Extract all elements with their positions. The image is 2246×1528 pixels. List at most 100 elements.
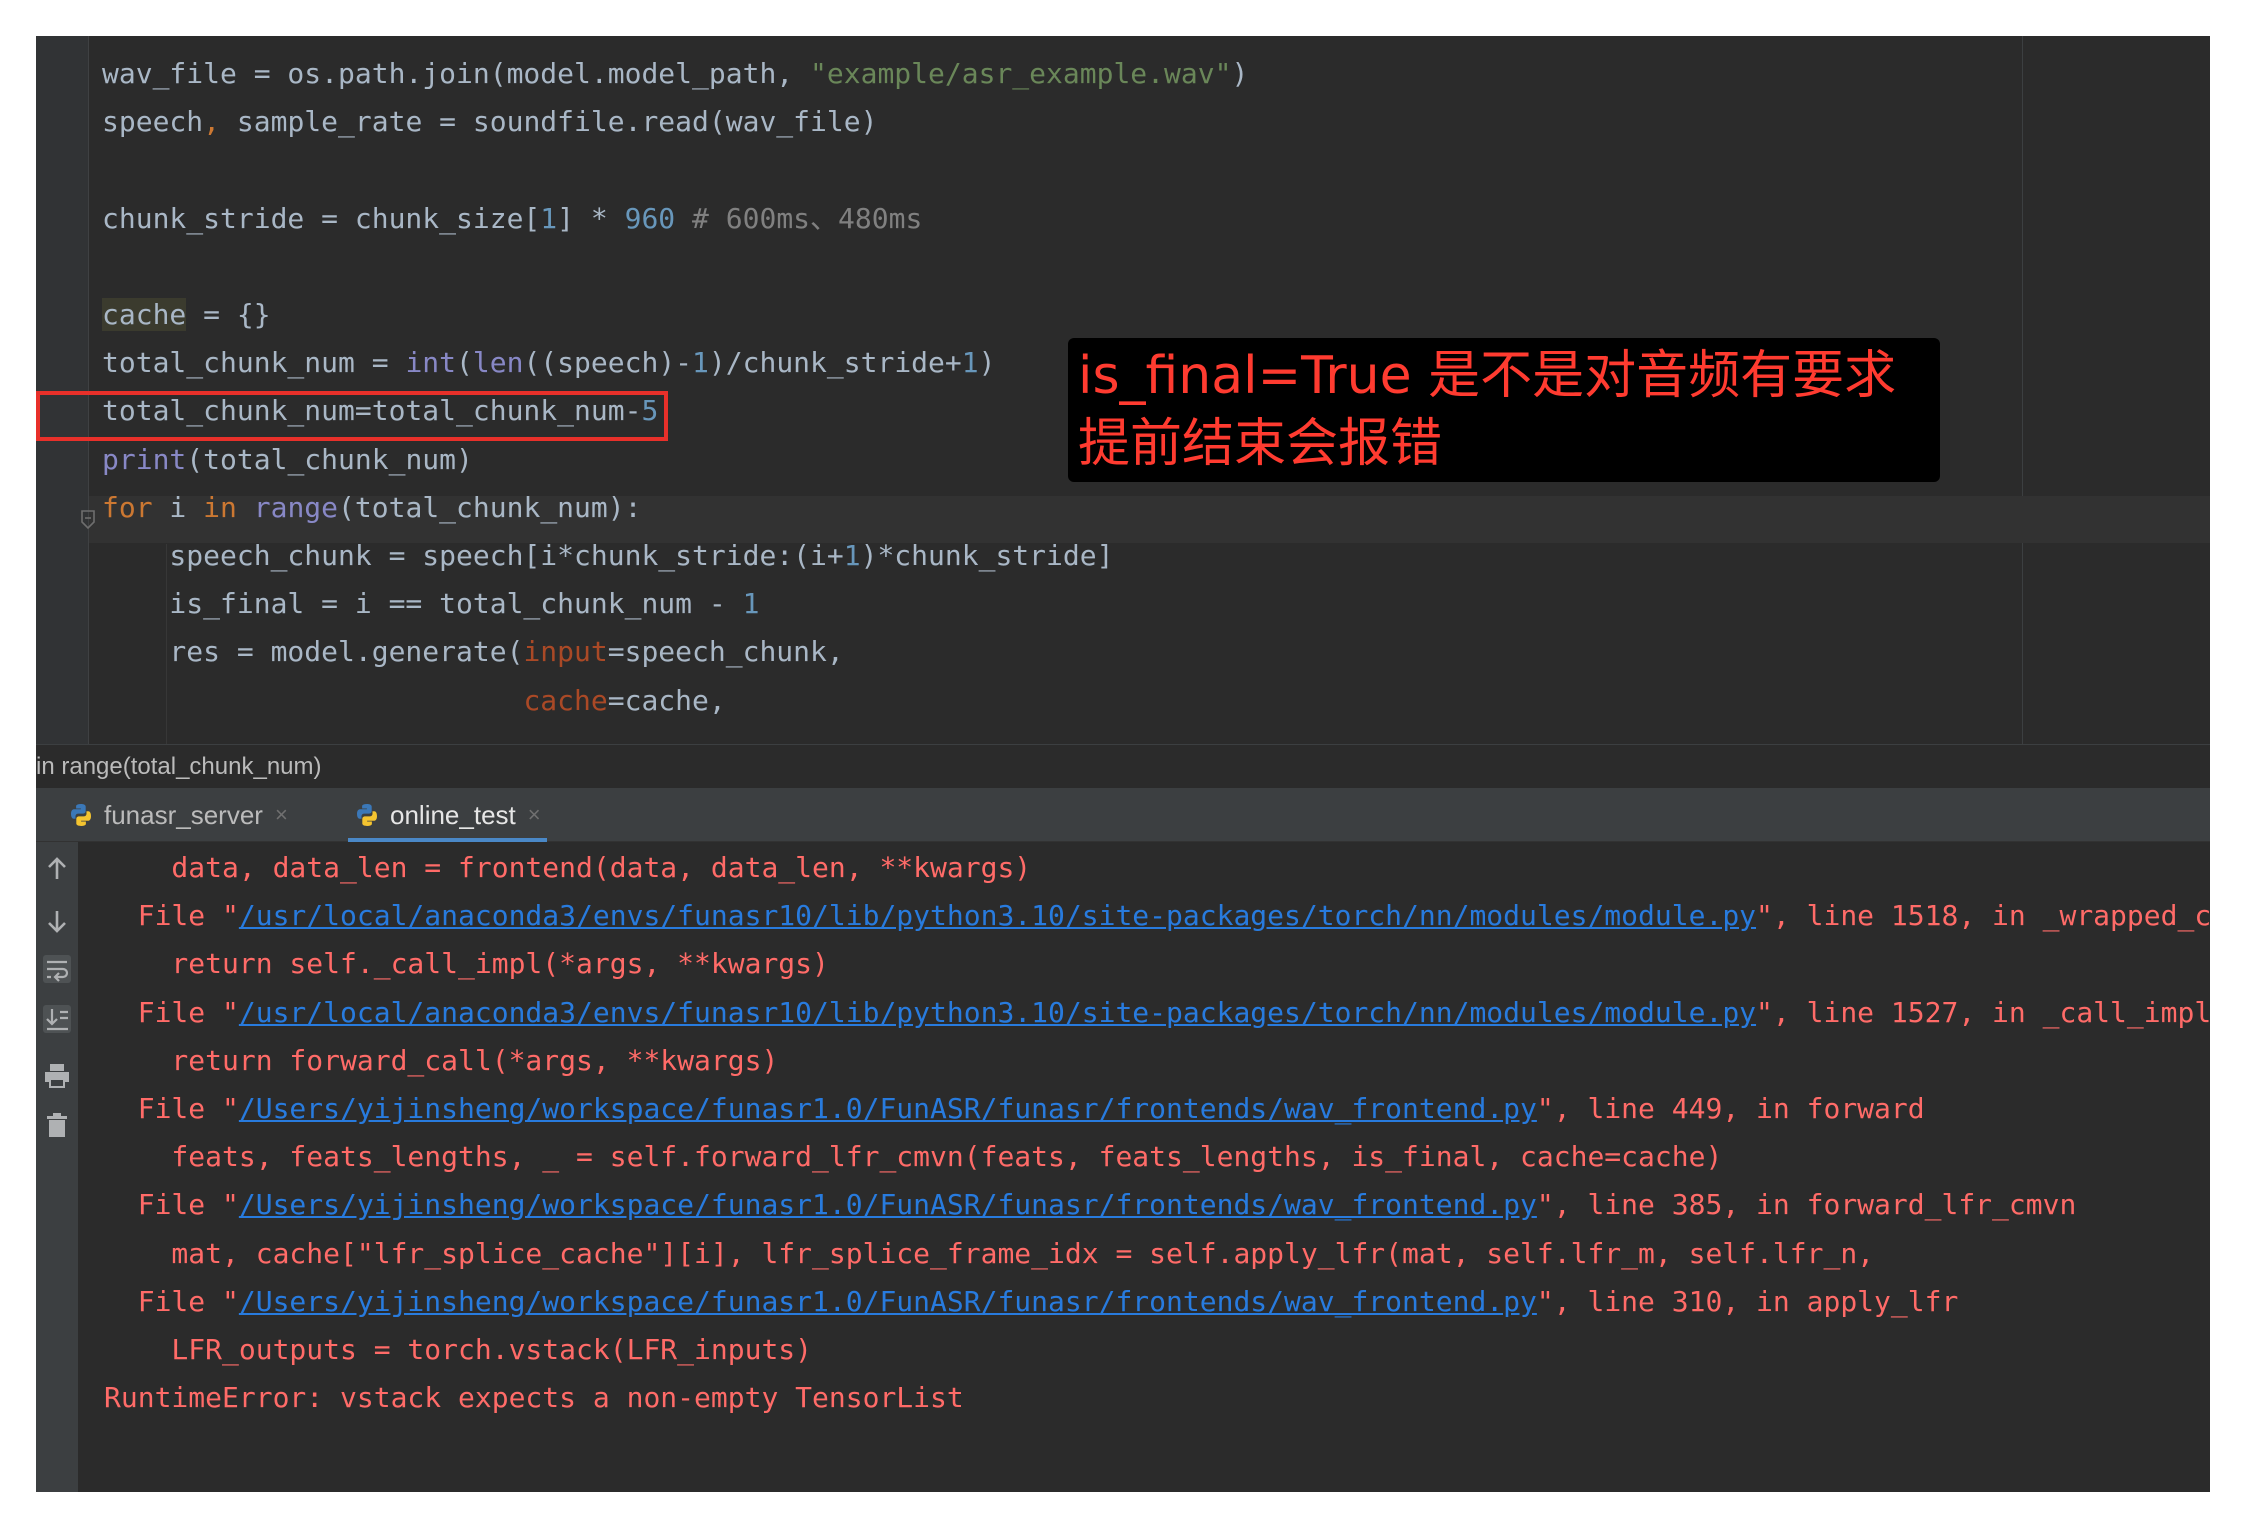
console-text: feats, feats_lengths, _ = self.forward_l…: [104, 1140, 1723, 1174]
code-token: 1: [540, 201, 558, 235]
code-token: res = model.generate(: [102, 635, 524, 669]
code-line[interactable]: wav_file = os.path.join(model.model_path…: [102, 50, 1248, 98]
code-token: sample_rate = soundfile.read(wav_file): [220, 105, 878, 139]
close-icon[interactable]: ×: [275, 802, 288, 828]
annotation-line-1: is_final=True 是不是对音频有要求: [1078, 346, 1897, 406]
code-token: int: [405, 346, 457, 380]
tab-label: funasr_server: [104, 799, 263, 830]
annotation-highlight-box: [36, 391, 668, 441]
code-token: speech: [102, 105, 204, 139]
code-token: wav_file = os.path.join(model.model_path…: [102, 57, 811, 90]
close-icon[interactable]: ×: [528, 802, 541, 828]
breadcrumb[interactable]: in range(total_chunk_num): [36, 744, 2210, 788]
console-text: File ": [104, 899, 239, 933]
console-text: ", line 1518, in _wrapped_call_impl: [1756, 899, 2210, 933]
code-token: ((speech)-: [523, 346, 693, 380]
code-token: (total_chunk_num):: [338, 490, 642, 524]
code-token: cache: [102, 298, 187, 331]
code-token: ] *: [557, 201, 625, 235]
console-line: feats, feats_lengths, _ = self.forward_l…: [104, 1133, 1722, 1181]
file-path-link[interactable]: /usr/local/anaconda3/envs/funasr10/lib/p…: [239, 996, 1756, 1029]
console-line: LFR_outputs = torch.vstack(LFR_inputs): [104, 1326, 812, 1374]
code-token: "example/asr_example.wav": [810, 57, 1232, 90]
console-text: RuntimeError: vstack expects a non-empty…: [104, 1381, 964, 1415]
code-token: ): [978, 346, 996, 380]
code-token: input: [523, 635, 608, 669]
console-line: return forward_call(*args, **kwargs): [104, 1037, 778, 1085]
tab-online-test[interactable]: online_test ×: [348, 788, 547, 842]
run-tab-bar: funasr_server × online_test ×: [36, 788, 2210, 842]
fold-icon[interactable]: [80, 510, 96, 530]
right-margin-guide: [2022, 36, 2023, 744]
code-editor[interactable]: wav_file = os.path.join(model.model_path…: [36, 36, 2210, 744]
code-token: in: [203, 490, 237, 524]
arrow-down-icon[interactable]: [42, 906, 72, 936]
code-token: for: [102, 490, 153, 524]
file-path-link[interactable]: /usr/local/anaconda3/envs/funasr10/lib/p…: [239, 899, 1756, 932]
python-icon: [71, 804, 91, 826]
code-token: i: [152, 490, 204, 524]
code-line[interactable]: speech, sample_rate = soundfile.read(wav…: [102, 98, 877, 146]
code-line[interactable]: print(total_chunk_num): [102, 436, 473, 484]
code-token: # 600ms、480ms: [675, 201, 923, 235]
code-token: 1: [742, 587, 760, 621]
console-line: File "/Users/yijinsheng/workspace/funasr…: [104, 1085, 1925, 1133]
console-text: return self._call_impl(*args, **kwargs): [104, 947, 829, 981]
console-text: ", line 1527, in _call_impl: [1756, 995, 2210, 1029]
console-line: File "/Users/yijinsheng/workspace/funasr…: [104, 1181, 2077, 1229]
console-text: File ": [104, 1188, 239, 1222]
code-token: =speech_chunk,: [607, 635, 844, 669]
console-text: File ": [104, 1092, 239, 1125]
code-line[interactable]: chunk_stride = chunk_size[1] * 960 # 600…: [102, 195, 922, 243]
annotation-callout: is_final=True 是不是对音频有要求 提前结束会报错: [1068, 338, 1940, 482]
code-token: 1: [843, 539, 861, 572]
console-line: File "/usr/local/anaconda3/envs/funasr10…: [104, 989, 2210, 1037]
arrow-up-icon[interactable]: [42, 854, 72, 884]
code-line[interactable]: cache = {}: [102, 291, 271, 339]
run-console[interactable]: data, data_len = frontend(data, data_len…: [36, 842, 2210, 1492]
ide-window: wav_file = os.path.join(model.model_path…: [36, 36, 2210, 1492]
code-token: ): [1231, 57, 1249, 90]
console-text: ", line 385, in forward_lfr_cmvn: [1536, 1188, 2077, 1222]
console-line: data, data_len = frontend(data, data_len…: [104, 844, 1031, 892]
console-line: RuntimeError: vstack expects a non-empty…: [104, 1374, 964, 1422]
console-text: data, data_len = frontend(data, data_len…: [104, 851, 1032, 884]
console-line: File "/Users/yijinsheng/workspace/funasr…: [104, 1278, 1959, 1326]
console-text: File ": [104, 995, 239, 1029]
code-line[interactable]: total_chunk_num = int(len((speech)-1)/ch…: [102, 339, 995, 387]
code-line[interactable]: is_final = i == total_chunk_num - 1: [102, 580, 759, 628]
trash-icon[interactable]: [42, 1110, 72, 1140]
console-line: return self._call_impl(*args, **kwargs): [104, 940, 829, 988]
code-token: print: [102, 442, 187, 476]
code-token: 1: [961, 346, 979, 380]
code-token: 960: [624, 201, 676, 235]
print-icon[interactable]: [42, 1060, 72, 1090]
file-path-link[interactable]: /Users/yijinsheng/workspace/funasr1.0/Fu…: [239, 1285, 1537, 1318]
console-text: ", line 310, in apply_lfr: [1536, 1284, 1959, 1318]
tab-label: online_test: [390, 799, 516, 830]
code-line[interactable]: cache=cache,: [102, 677, 725, 725]
console-text: return forward_call(*args, **kwargs): [104, 1043, 779, 1077]
tab-funasr-server[interactable]: funasr_server ×: [68, 788, 288, 842]
code-token: ,: [203, 105, 221, 139]
code-token: cache: [523, 683, 608, 717]
code-line[interactable]: for i in range(total_chunk_num):: [102, 484, 641, 532]
code-token: (total_chunk_num): [186, 442, 473, 476]
console-text: File ": [104, 1284, 239, 1318]
code-token: chunk_stride = chunk_size[: [102, 201, 541, 235]
code-token: )*chunk_stride]: [860, 539, 1114, 572]
soft-wrap-icon[interactable]: [42, 954, 72, 984]
code-token: range: [253, 490, 339, 524]
file-path-link[interactable]: /Users/yijinsheng/workspace/funasr1.0/Fu…: [239, 1188, 1537, 1221]
console-text: mat, cache["lfr_splice_cache"][i], lfr_s…: [104, 1236, 1875, 1270]
annotation-line-2: 提前结束会报错: [1078, 414, 1443, 474]
code-line[interactable]: speech_chunk = speech[i*chunk_stride:(i+…: [102, 532, 1113, 580]
code-line[interactable]: res = model.generate(input=speech_chunk,: [102, 628, 844, 676]
scroll-to-end-icon[interactable]: [42, 1004, 72, 1034]
file-path-link[interactable]: /Users/yijinsheng/workspace/funasr1.0/Fu…: [239, 1092, 1537, 1125]
code-token: is_final = i == total_chunk_num -: [102, 587, 743, 621]
console-line: mat, cache["lfr_splice_cache"][i], lfr_s…: [104, 1230, 1874, 1278]
editor-gutter[interactable]: [36, 36, 88, 744]
code-token: = {}: [186, 298, 271, 331]
